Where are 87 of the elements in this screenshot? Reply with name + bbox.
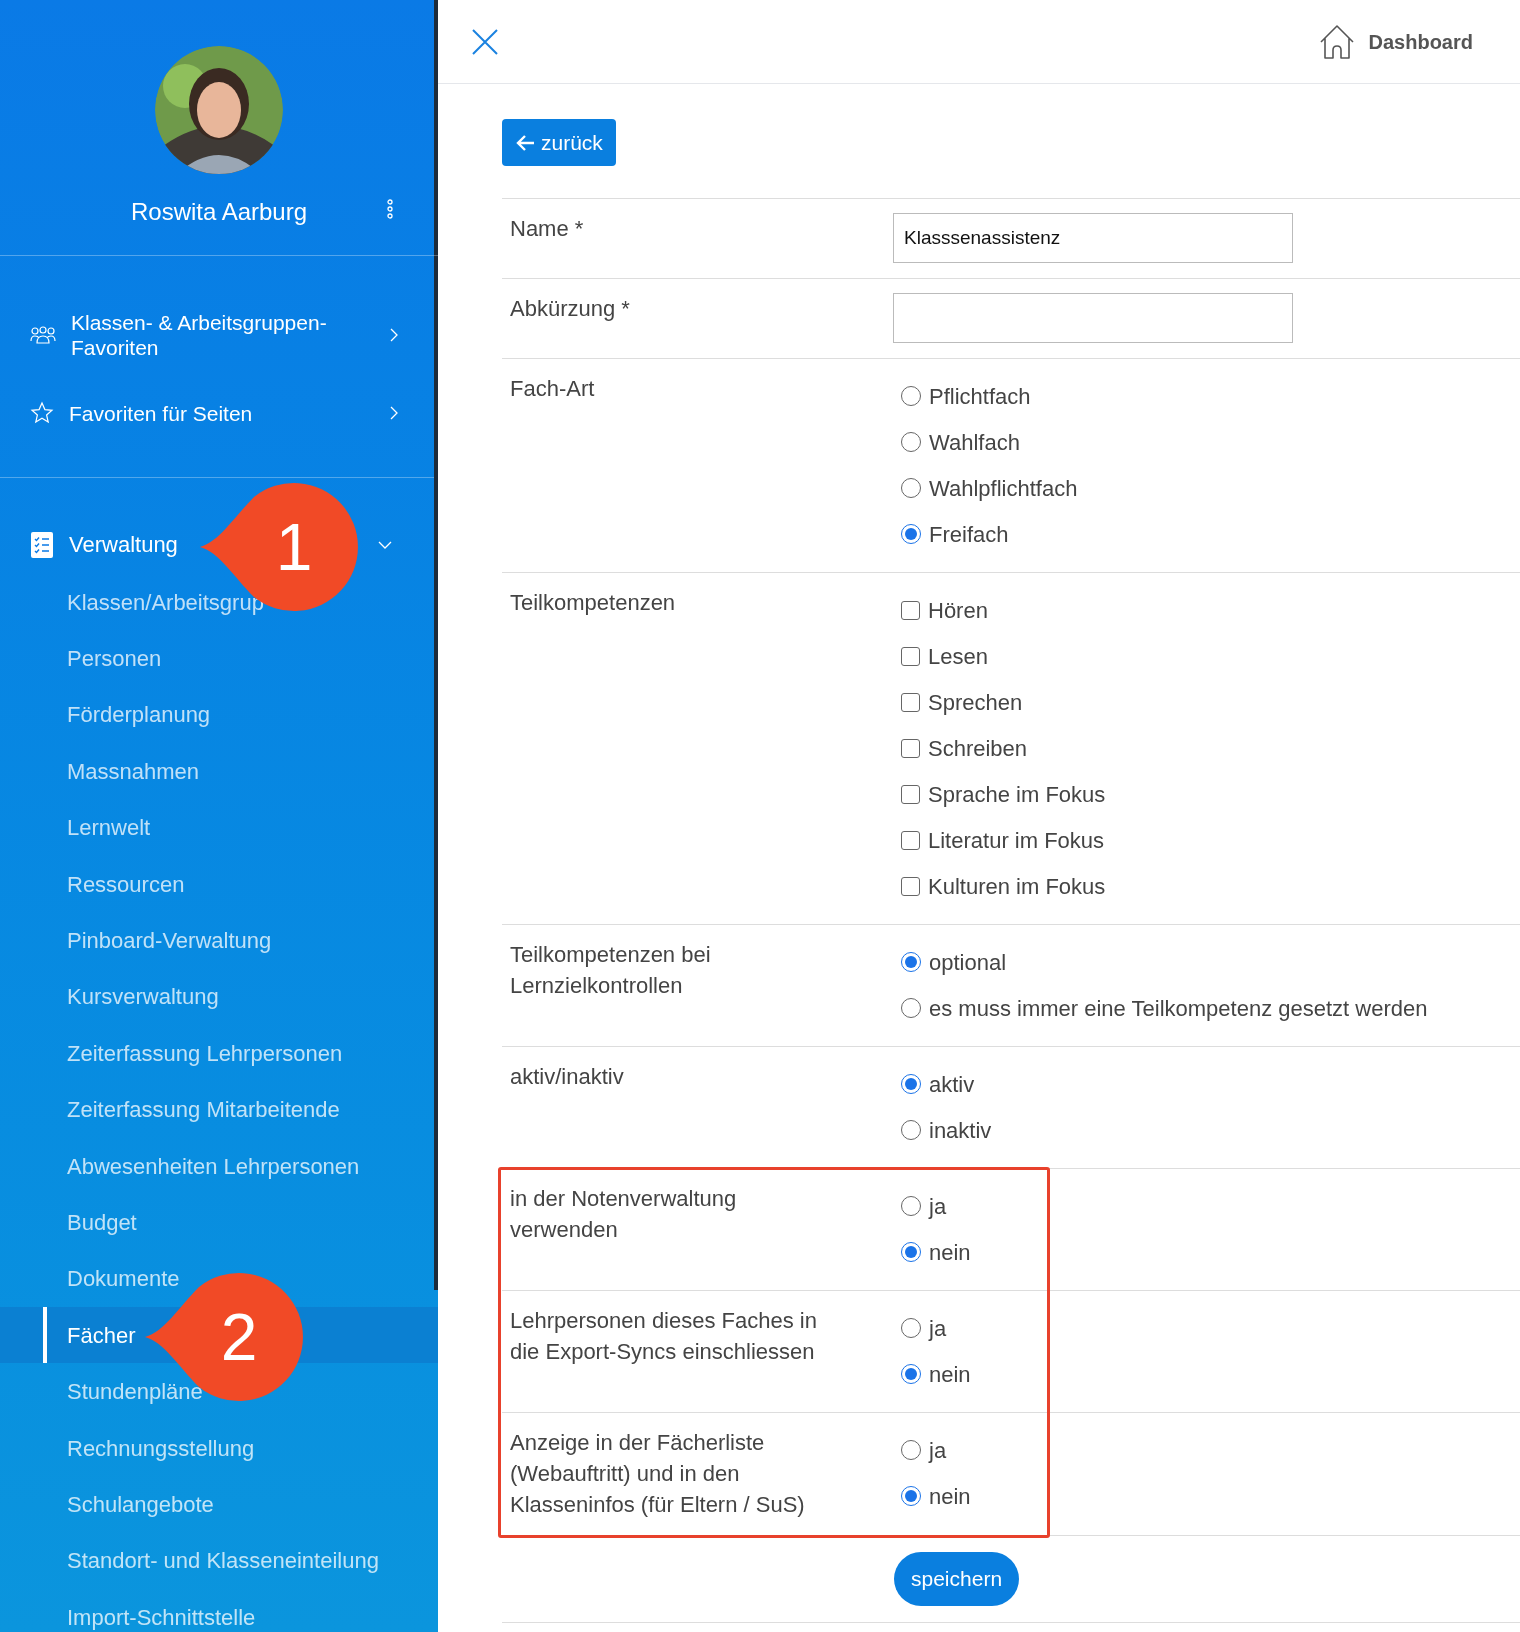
- checkbox[interactable]: [901, 784, 920, 804]
- radio-button[interactable]: [901, 998, 921, 1018]
- checklist-icon: [31, 531, 53, 558]
- checkbox[interactable]: [901, 600, 920, 620]
- checkbox[interactable]: [901, 692, 920, 712]
- option-label[interactable]: Hören: [928, 593, 988, 627]
- field-label: aktiv/inaktiv: [510, 1063, 625, 1091]
- sidebar-section-link[interactable]: Verwaltung: [69, 528, 178, 561]
- radio-button[interactable]: [901, 1074, 921, 1094]
- dashboard-link[interactable]: Dashboard: [1318, 23, 1473, 60]
- option-label[interactable]: optional: [929, 945, 1007, 979]
- sidebar-link[interactable]: Pinboard-Verwaltung: [67, 924, 272, 958]
- radio-button[interactable]: [901, 1364, 921, 1384]
- radio-button[interactable]: [901, 524, 921, 544]
- close-icon[interactable]: [472, 28, 498, 55]
- option-label[interactable]: Wahlfach: [929, 425, 1020, 459]
- sidebar-item[interactable]: Klassen- & Arbeitsgruppen-Favoriten: [0, 296, 438, 374]
- chevron-right-icon: [390, 406, 398, 420]
- sidebar-link[interactable]: Ressourcen: [67, 867, 185, 901]
- radio-button[interactable]: [901, 1440, 921, 1460]
- option-label[interactable]: Literatur im Fokus: [928, 823, 1105, 857]
- option-label[interactable]: Pflichtfach: [929, 379, 1031, 413]
- sidebar-link[interactable]: Massnahmen: [67, 754, 200, 788]
- field-label: in der Notenverwaltung verwenden: [510, 1185, 738, 1244]
- sidebar-link[interactable]: Förderplanung: [67, 698, 211, 732]
- home-icon: [1318, 23, 1355, 60]
- group-icon: [30, 325, 56, 345]
- option-label[interactable]: ja: [929, 1189, 947, 1223]
- radio-button[interactable]: [901, 1318, 921, 1338]
- option-label[interactable]: Freifach: [929, 517, 1009, 551]
- radio-button[interactable]: [901, 1120, 921, 1140]
- sidebar-link[interactable]: Rechnungsstellung: [67, 1431, 255, 1465]
- text-field[interactable]: [893, 293, 1293, 343]
- option-label[interactable]: Kulturen im Fokus: [928, 869, 1106, 903]
- scrollbar[interactable]: [434, 0, 438, 1290]
- sidebar-link[interactable]: Schulangebote: [67, 1487, 214, 1521]
- checkbox[interactable]: [901, 876, 920, 896]
- option-label[interactable]: nein: [929, 1235, 971, 1269]
- text-field[interactable]: Klasssenassistenz: [893, 213, 1293, 263]
- user-name: Roswita Aarburg: [130, 197, 308, 227]
- arrow-left-icon: [515, 133, 535, 152]
- field-label: Fach-Art: [510, 375, 596, 403]
- radio-button[interactable]: [901, 1486, 921, 1506]
- sidebar-link[interactable]: Import-Schnittstelle: [67, 1600, 256, 1632]
- sidebar-link[interactable]: Dokumente: [67, 1262, 180, 1296]
- sidebar-link[interactable]: Lernwelt: [67, 811, 151, 845]
- chevron-right-icon: [390, 328, 398, 342]
- more-options-icon[interactable]: [387, 199, 393, 219]
- option-label[interactable]: Schreiben: [928, 731, 1028, 765]
- option-label[interactable]: aktiv: [929, 1067, 975, 1101]
- field-label: Lehrpersonen dieses Faches in die Export-Syncs einschliessen: [510, 1307, 818, 1366]
- sidebar-link[interactable]: Fächer: [67, 1318, 136, 1352]
- option-label[interactable]: ja: [929, 1311, 947, 1345]
- field-label: Abkürzung *: [510, 295, 631, 323]
- radio-button[interactable]: [901, 952, 921, 972]
- field-label: Name *: [510, 215, 585, 243]
- sidebar-link[interactable]: Abwesenheiten Lehrpersonen: [67, 1149, 360, 1183]
- radio-button[interactable]: [901, 1242, 921, 1262]
- sidebar-link[interactable]: Kursverwaltung: [67, 980, 219, 1014]
- option-label[interactable]: nein: [929, 1479, 971, 1513]
- field-label: Teilkompetenzen bei Lernzielkontrollen: [510, 941, 712, 1000]
- option-label[interactable]: Lesen: [928, 639, 988, 673]
- sidebar-item[interactable]: Favoriten für Seiten: [0, 374, 438, 452]
- sidebar-link[interactable]: Zeiterfassung Mitarbeitende: [67, 1093, 340, 1127]
- option-label[interactable]: inaktiv: [929, 1113, 992, 1147]
- option-label[interactable]: Sprache im Fokus: [928, 777, 1106, 811]
- option-label[interactable]: es muss immer eine Teilkompetenz gesetzt werden: [929, 991, 1428, 1025]
- checkbox[interactable]: [901, 738, 920, 758]
- option-label[interactable]: Wahlpflichtfach: [929, 471, 1078, 505]
- sidebar-link[interactable]: Standort- und Klasseneinteilung: [67, 1544, 379, 1578]
- radio-button[interactable]: [901, 386, 921, 406]
- star-icon: [30, 401, 54, 425]
- field-label: Anzeige in der Fächerliste (Webauftritt) und in den Klasseninfos (für Eltern / SuS): [510, 1429, 806, 1519]
- back-button[interactable]: zurück: [502, 119, 616, 166]
- sidebar-link[interactable]: Personen: [67, 642, 162, 676]
- radio-button[interactable]: [901, 1196, 921, 1216]
- sidebar-link[interactable]: Zeiterfassung Lehrpersonen: [67, 1036, 343, 1070]
- radio-button[interactable]: [901, 432, 921, 452]
- checkbox[interactable]: [901, 646, 920, 666]
- checkbox[interactable]: [901, 830, 920, 850]
- radio-button[interactable]: [901, 478, 921, 498]
- save-button[interactable]: speichern: [894, 1552, 1020, 1606]
- sidebar-link[interactable]: Budget: [67, 1206, 137, 1239]
- field-label: Teilkompetenzen: [510, 589, 677, 617]
- option-label[interactable]: ja: [929, 1433, 947, 1467]
- option-label[interactable]: Sprechen: [928, 685, 1023, 719]
- option-label[interactable]: nein: [929, 1357, 971, 1391]
